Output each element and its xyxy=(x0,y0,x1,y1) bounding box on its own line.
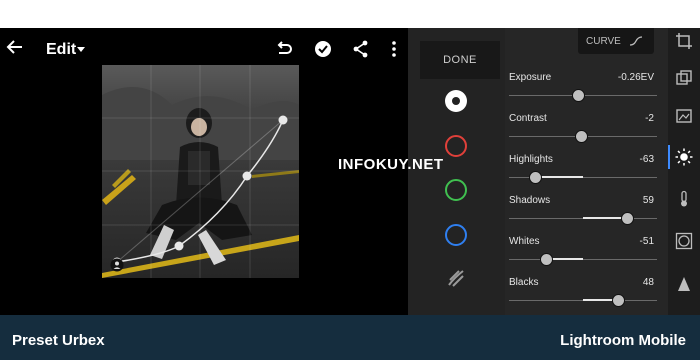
more-vert-icon[interactable] xyxy=(384,39,404,59)
slider-shadows[interactable]: Shadows 59 xyxy=(505,195,668,235)
slider-handle[interactable] xyxy=(539,253,553,266)
slider-handle[interactable] xyxy=(575,130,589,143)
caret-down-icon[interactable] xyxy=(77,47,85,52)
slider-contrast[interactable]: Contrast -2 xyxy=(505,113,668,153)
caption-right: Lightroom Mobile xyxy=(560,332,686,349)
slider-fill xyxy=(535,176,583,178)
channel-blue-icon[interactable] xyxy=(445,224,467,246)
auto-icon[interactable] xyxy=(675,107,693,125)
slider-label: Shadows xyxy=(509,195,551,206)
slider-handle[interactable] xyxy=(572,89,586,102)
slider-value: -2 xyxy=(645,113,654,124)
slider-value: 48 xyxy=(642,277,654,288)
photo-scene xyxy=(102,65,299,278)
watermark-text: INFOKUY.NET xyxy=(338,156,444,173)
edit-menu-title[interactable]: Edit xyxy=(46,41,76,59)
back-arrow-icon[interactable] xyxy=(4,36,26,58)
vignette-icon[interactable] xyxy=(675,232,693,250)
tool-rail xyxy=(668,28,700,315)
slider-exposure[interactable]: Exposure -0.26EV xyxy=(505,72,668,112)
slider-handle[interactable] xyxy=(620,212,634,225)
top-bar: Edit xyxy=(0,28,408,70)
temperature-icon[interactable] xyxy=(675,190,693,208)
crop-icon[interactable] xyxy=(675,32,693,50)
share-icon[interactable] xyxy=(351,39,371,59)
done-button[interactable]: DONE xyxy=(420,41,500,79)
slider-label: Blacks xyxy=(509,277,539,288)
slider-label: Highlights xyxy=(509,154,553,165)
slider-blacks[interactable]: Blacks 48 xyxy=(505,277,668,315)
channel-green-icon[interactable] xyxy=(445,179,467,201)
slider-whites[interactable]: Whites -51 xyxy=(505,236,668,276)
slider-value: -63 xyxy=(639,154,654,165)
slider-value: -51 xyxy=(639,236,654,247)
light-adjustments-panel: CURVE Exposure -0.26EV Contrast -2 Highl… xyxy=(505,28,668,315)
slider-label: Whites xyxy=(509,236,540,247)
curve-button[interactable]: CURVE xyxy=(578,28,654,54)
slider-track[interactable] xyxy=(509,259,657,260)
undo-icon[interactable] xyxy=(274,39,294,59)
caption-bar: Preset Urbex Lightroom Mobile xyxy=(0,315,700,360)
slider-label: Exposure xyxy=(509,72,552,83)
presets-icon[interactable] xyxy=(675,69,693,87)
channel-red-icon[interactable] xyxy=(445,135,467,157)
slider-handle[interactable] xyxy=(612,294,626,307)
profile-icon[interactable] xyxy=(110,258,124,272)
active-tool-marker xyxy=(668,145,670,169)
caption-left: Preset Urbex xyxy=(12,332,105,349)
slider-handle[interactable] xyxy=(529,171,543,184)
curve-icon xyxy=(629,36,642,46)
curve-label: CURVE xyxy=(586,35,621,47)
split-tone-icon[interactable] xyxy=(446,268,466,288)
slider-highlights[interactable]: Highlights -63 xyxy=(505,154,668,194)
detail-icon[interactable] xyxy=(675,275,693,293)
slider-value: 59 xyxy=(642,195,654,206)
light-icon[interactable] xyxy=(675,148,693,166)
slider-label: Contrast xyxy=(509,113,547,124)
photo-preview xyxy=(102,65,299,278)
slider-value: -0.26EV xyxy=(617,72,654,83)
channel-rgb-icon[interactable] xyxy=(445,90,467,112)
check-circle-icon[interactable] xyxy=(313,39,333,59)
lightroom-screen: Edit DONE CURVE Exposure -0.26EV Contras… xyxy=(0,28,700,315)
